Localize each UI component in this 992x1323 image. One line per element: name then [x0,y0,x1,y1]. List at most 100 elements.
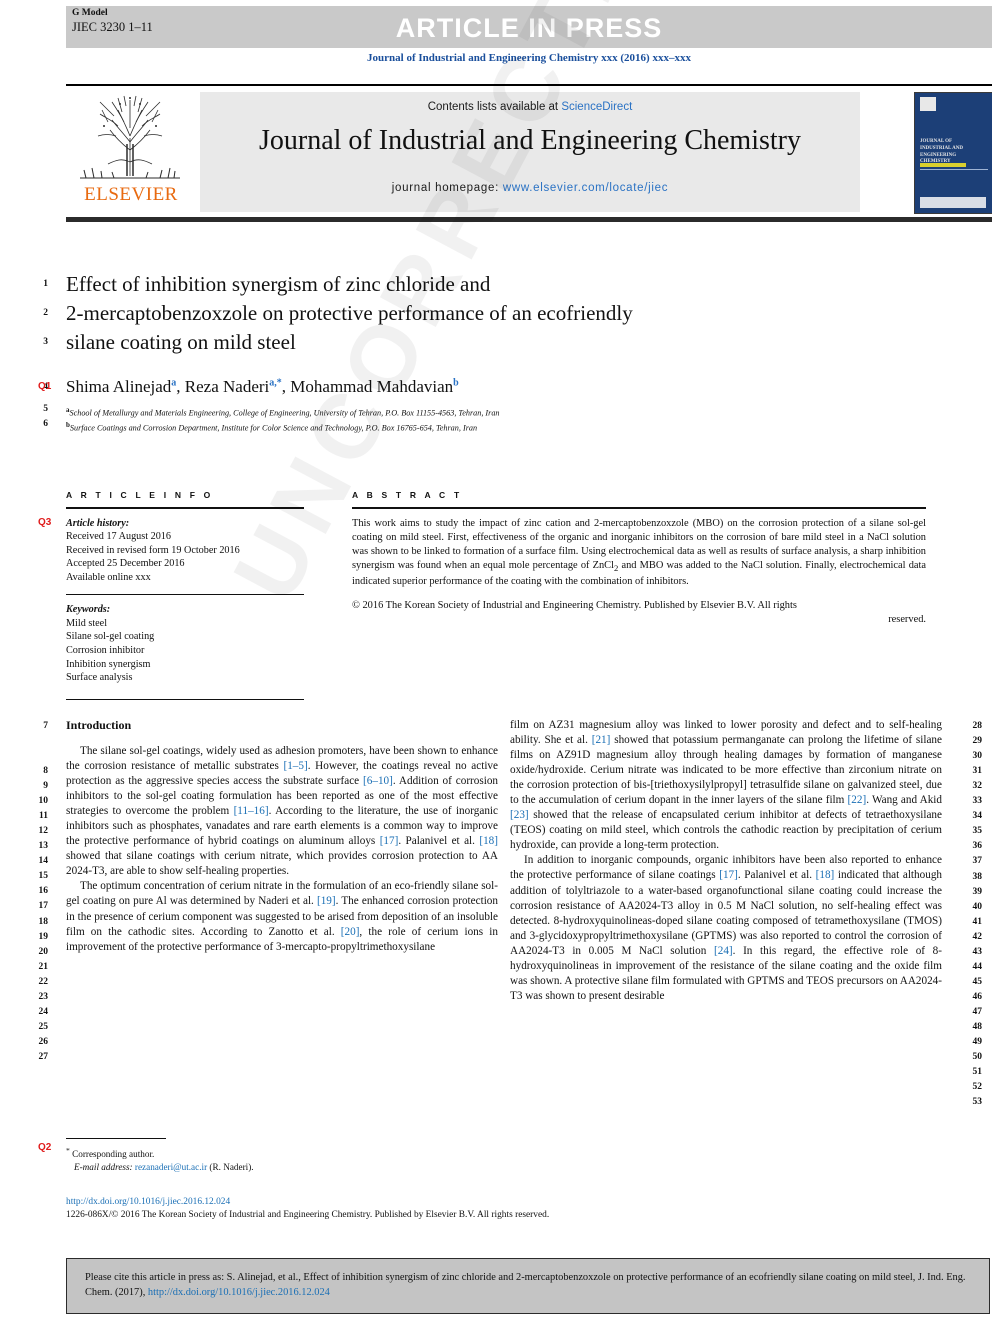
citation-reference[interactable]: [17] [380,835,399,847]
cite-doi-link[interactable]: http://dx.doi.org/10.1016/j.jiec.2016.12… [148,1287,330,1298]
divider [66,593,304,596]
line-number: 36 [972,841,983,852]
keywords-label: Keywords: [66,604,111,616]
body-paragraph: The optimum concentration of cerium nitr… [66,880,499,953]
line-number: 19 [38,931,49,942]
section-heading-introduction: Introduction [66,718,132,732]
line-number: 27 [38,1051,49,1062]
journal-homepage-link[interactable]: www.elsevier.com/locate/jiec [503,182,668,194]
citation-reference[interactable]: [23] [510,809,529,821]
cover-footer-mark [920,197,986,208]
manuscript-id-block: G Model JIEC 3230 1–11 [72,8,153,36]
line-number: 32 [972,781,983,792]
author-affiliation-marker: b [453,377,459,389]
citation-reference[interactable]: [11–16] [234,805,269,817]
corresponding-author-footnote: * Corresponding author. E-mail address: … [66,1138,498,1174]
article-history-label: Article history: [66,517,130,529]
footnote-body: * Corresponding author. E-mail address: … [66,1145,498,1173]
body-paragraph: The silane sol-gel coatings, widely used… [66,745,499,878]
line-number: 16 [38,886,49,897]
citation-reference[interactable]: [17] [719,869,738,881]
affiliation-a: aSchool of Metallurgy and Materials Engi… [66,406,926,418]
body-left-column: Introduction The silane sol-gel coatings… [66,718,498,955]
journal-homepage-line: journal homepage: www.elsevier.com/locat… [200,182,860,194]
line-number: 6 [43,419,48,429]
line-number: 38 [972,871,983,882]
line-number: 48 [972,1022,983,1032]
line-number: 20 [38,946,49,957]
line-number: 34 [972,811,983,822]
publisher-copyright-line: 1226-086X/© 2016 The Korean Society of I… [66,1210,550,1220]
history-item: Accepted 25 December 2016 [66,558,185,570]
keyword-item: Surface analysis [66,672,133,684]
status-banner-text: ARTICLE IN PRESS [395,13,663,43]
line-number: 24 [38,1006,49,1017]
contents-line: Contents lists available at ScienceDirec… [200,101,860,113]
citation-reference[interactable]: [24] [714,945,733,957]
line-number: 33 [972,796,983,807]
masthead-top-rule [66,84,992,86]
author-name: Shima Alinejad [66,377,172,396]
citation-reference[interactable]: [1–5] [283,760,307,772]
line-number: 14 [38,856,49,867]
line-number: 15 [38,871,49,882]
divider [66,507,304,509]
line-number: 5 [43,404,48,414]
doi-url[interactable]: http://dx.doi.org/10.1016/j.jiec.2016.12… [66,1196,946,1209]
citation-reference[interactable]: [20] [341,926,360,938]
query-marker-q2[interactable]: Q2 [38,1142,51,1153]
line-number: 39 [972,886,983,897]
line-number: 21 [38,961,49,972]
contents-prefix: Contents lists available at [427,101,562,113]
corresponding-marker: * [66,1146,70,1156]
journal-cover-thumbnail: JOURNAL OF INDUSTRIAL AND ENGINEERING CH… [914,92,992,214]
running-head: Journal of Industrial and Engineering Ch… [367,52,691,64]
cite-text: Please cite this article in press as: S.… [85,1270,975,1300]
homepage-label: journal homepage: [391,182,503,194]
line-number: 23 [38,991,49,1002]
divider [352,507,926,509]
journal-masthead: ELSEVIER Contents lists available at Sci… [66,84,992,222]
line-number: 8 [43,766,48,776]
citation-reference[interactable]: [22] [848,794,867,806]
affiliation-text: Surface Coatings and Corrosion Departmen… [69,423,478,433]
cover-highlight-bar [920,163,966,167]
line-number: 37 [972,856,983,867]
query-marker-q3[interactable]: Q3 [38,517,51,528]
citation-reference[interactable]: [6–10] [363,775,393,787]
contents-panel: Contents lists available at ScienceDirec… [200,92,860,212]
journal-title: Journal of Industrial and Engineering Ch… [259,125,801,156]
query-marker-q1[interactable]: Q1 [38,381,51,392]
footnote-rule [66,1138,166,1140]
cover-rule [920,169,988,170]
citation-reference[interactable]: [18] [479,835,498,847]
elsevier-wordmark: ELSEVIER [84,184,178,205]
line-number: 2 [43,308,48,318]
line-number: 30 [972,751,983,762]
author-affiliation-marker: a,* [269,377,282,389]
keyword-item: Silane sol-gel coating [66,631,155,643]
line-number: 45 [972,976,983,987]
line-number: 10 [38,796,49,807]
line-number: 17 [38,901,49,912]
author-affiliation-marker: a [171,377,177,389]
citation-reference[interactable]: [21] [592,734,611,746]
line-number: 35 [972,826,983,837]
abstract-text: This work aims to study the impact of zi… [352,517,926,588]
history-item: Received in revised form 19 October 2016 [66,544,240,556]
title-line-3: silane coating on mild steel [66,330,296,354]
article-page: UNCORRECTED PROOF ARTICLE IN PRESS G Mod… [0,0,992,1323]
sciencedirect-link[interactable]: ScienceDirect [561,101,632,113]
abstract-heading: A B S T R A C T [352,490,463,500]
affiliation-b: bSurface Coatings and Corrosion Departme… [66,421,926,433]
title-line-2: 2-mercaptobenzoxzole on protective perfo… [66,301,633,325]
email-link[interactable]: rezanaderi@ut.ac.ir [135,1162,207,1172]
line-number: 49 [972,1037,983,1048]
keyword-item: Mild steel [66,617,108,629]
keywords-block: Keywords: Mild steel Silane sol-gel coat… [66,603,304,685]
copyright-text-end: reserved. [888,613,926,625]
line-number: 51 [972,1067,983,1078]
citation-reference[interactable]: [19] [317,895,336,907]
citation-reference[interactable]: [18] [816,869,835,881]
article-history-block: Article history: Received 17 August 2016… [66,517,304,585]
